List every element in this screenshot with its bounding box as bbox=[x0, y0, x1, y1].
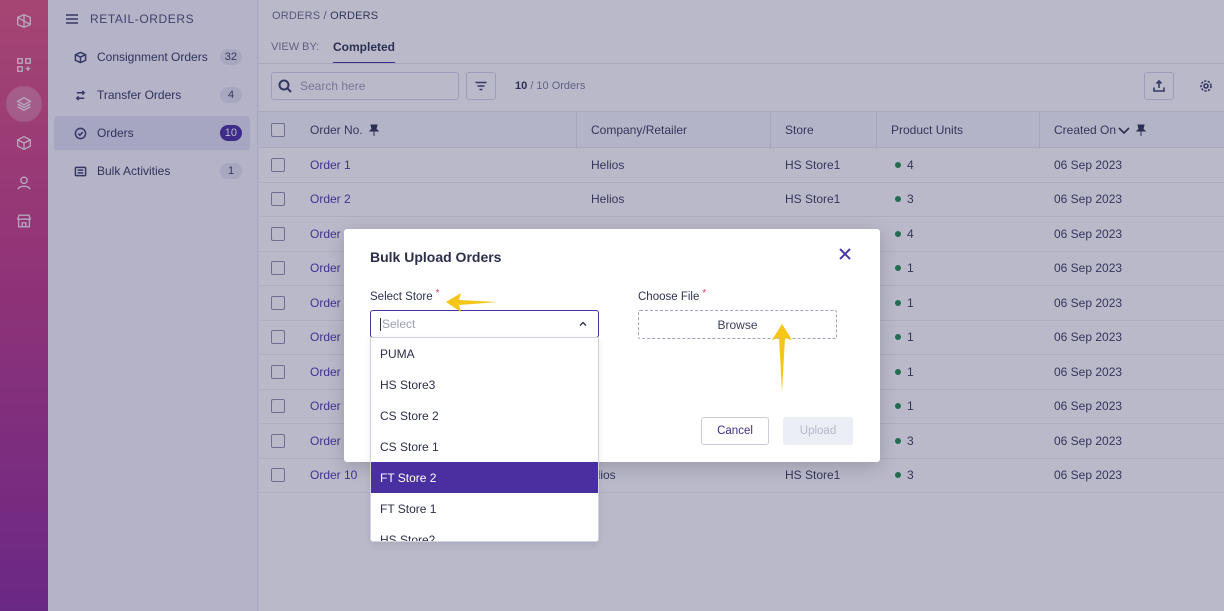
label-text: Select Store bbox=[370, 291, 433, 303]
text-cursor bbox=[380, 317, 381, 331]
select-placeholder: Select bbox=[382, 317, 416, 331]
choose-file-label: Choose File * bbox=[638, 288, 707, 303]
upload-button[interactable]: Upload bbox=[783, 417, 853, 445]
dropdown-option[interactable]: FT Store 2 bbox=[371, 462, 598, 493]
store-select[interactable]: Select bbox=[370, 310, 599, 338]
label-text: Choose File bbox=[638, 291, 700, 303]
required-mark: * bbox=[435, 288, 440, 299]
dropdown-option[interactable]: FT Store 1 bbox=[371, 493, 598, 524]
chevron-up-icon bbox=[579, 321, 587, 326]
dropdown-option[interactable]: PUMA bbox=[371, 338, 598, 369]
select-store-label: Select Store * bbox=[370, 288, 440, 303]
modal-title: Bulk Upload Orders bbox=[370, 249, 502, 265]
close-icon bbox=[839, 248, 851, 260]
required-mark: * bbox=[702, 288, 707, 299]
dropdown-option[interactable]: HS Store3 bbox=[371, 369, 598, 400]
store-dropdown-list: PUMA HS Store3 CS Store 2 CS Store 1 FT Stor… bbox=[370, 337, 599, 542]
cancel-button[interactable]: Cancel bbox=[701, 417, 769, 445]
close-button[interactable] bbox=[838, 247, 854, 263]
dropdown-option[interactable]: CS Store 1 bbox=[371, 431, 598, 462]
dropdown-option[interactable]: HS Store2 bbox=[371, 524, 598, 542]
dropdown-option[interactable]: CS Store 2 bbox=[371, 400, 598, 431]
browse-file-button[interactable]: Browse bbox=[638, 310, 837, 339]
